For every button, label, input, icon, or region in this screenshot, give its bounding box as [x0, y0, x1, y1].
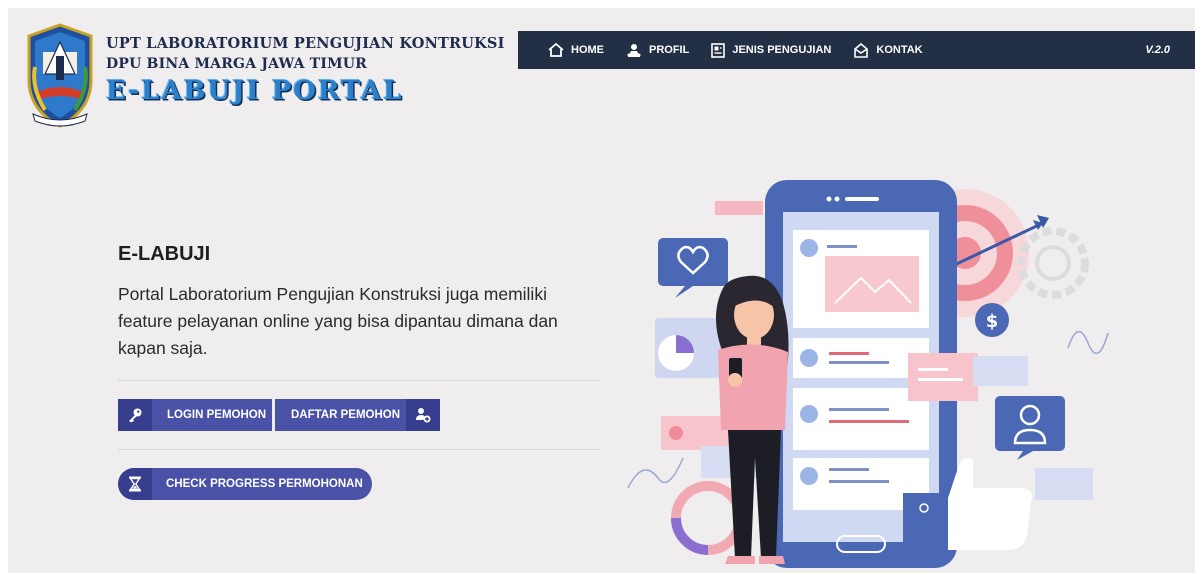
- nav-kontak[interactable]: KONTAK: [853, 42, 923, 58]
- nav-kontak-label: KONTAK: [876, 44, 923, 56]
- org-name-line1: UPT LABORATORIUM PENGUJIAN KONTRUKSI: [106, 35, 505, 52]
- nav-home[interactable]: HOME: [548, 43, 604, 57]
- divider: [118, 449, 600, 450]
- top-navbar: HOME PROFIL JENIS PENGUJIAN KONTAK V.2.0: [518, 31, 1195, 69]
- profile-icon: [627, 43, 641, 57]
- daftar-pemohon-label: DAFTAR PEMOHON: [291, 409, 401, 421]
- check-progress-label: CHECK PROGRESS PERMOHONAN: [166, 478, 363, 490]
- login-pemohon-label: LOGIN PEMOHON: [167, 409, 267, 421]
- nav-home-label: HOME: [571, 44, 604, 56]
- key-icon: [118, 399, 152, 431]
- svg-text:$: $: [986, 311, 999, 332]
- document-icon: [711, 42, 726, 58]
- nav-jenis-pengujian[interactable]: JENIS PENGUJIAN: [711, 42, 832, 58]
- nav-profil[interactable]: PROFIL: [626, 43, 689, 58]
- contact-icon: [854, 42, 869, 58]
- org-name-line2: DPU BINA MARGA JAWA TIMUR: [106, 56, 368, 72]
- hero-title: E-LABUJI: [118, 243, 211, 265]
- mobile-app-illustration: $: [627, 180, 1109, 568]
- jawa-timur-crest-icon: [27, 23, 93, 128]
- page-canvas: UPT LABORATORIUM PENGUJIAN KONTRUKSI DPU…: [8, 8, 1195, 573]
- hourglass-icon: [118, 468, 152, 500]
- hero-description: Portal Laboratorium Pengujian Konstruksi…: [118, 284, 558, 358]
- add-user-icon: [406, 399, 440, 431]
- home-icon: [548, 43, 564, 57]
- divider: [118, 380, 600, 381]
- login-pemohon-button[interactable]: LOGIN PEMOHON: [118, 399, 272, 431]
- version-label: V.2.0: [1145, 44, 1170, 56]
- nav-profil-label: PROFIL: [649, 44, 690, 56]
- nav-jenis-pengujian-label: JENIS PENGUJIAN: [732, 44, 832, 56]
- daftar-pemohon-button[interactable]: DAFTAR PEMOHON: [275, 399, 440, 431]
- check-progress-button[interactable]: CHECK PROGRESS PERMOHONAN: [118, 468, 372, 500]
- portal-title: E-LABUJI PORTAL: [106, 76, 404, 106]
